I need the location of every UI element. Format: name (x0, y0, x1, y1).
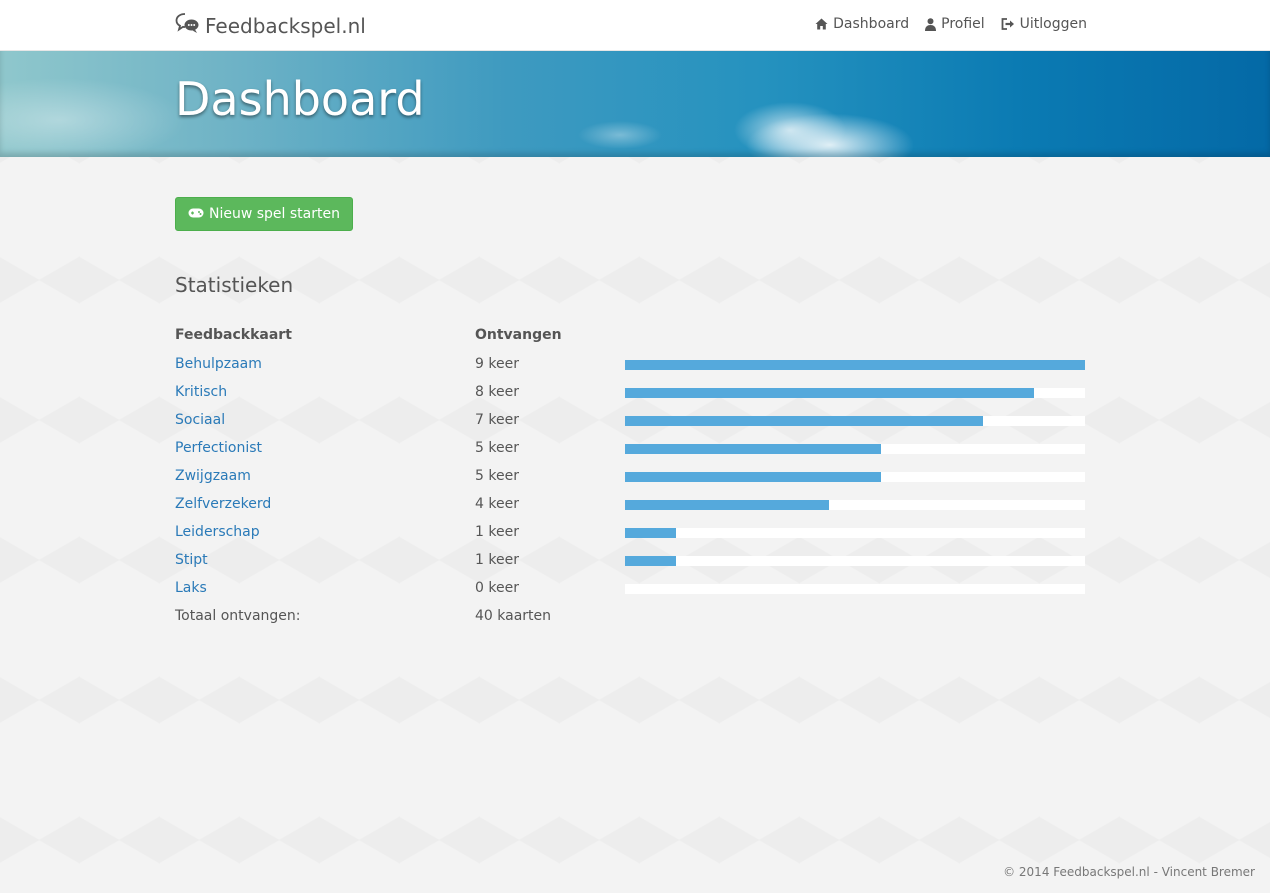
progress-fill (625, 472, 881, 482)
progress-track (625, 444, 1085, 454)
progress-track (625, 388, 1085, 398)
card-link[interactable]: Laks (175, 580, 207, 596)
card-link[interactable]: Leiderschap (175, 524, 260, 540)
stats-row: Zwijgzaam 5 keer (175, 468, 1085, 496)
card-link[interactable]: Zwijgzaam (175, 468, 251, 484)
gamepad-icon (188, 206, 204, 222)
card-link[interactable]: Sociaal (175, 412, 225, 428)
brand-link[interactable]: Feedbackspel.nl (175, 12, 366, 39)
received-count: 0 keer (475, 580, 519, 596)
stats-row: Kritisch 8 keer (175, 384, 1085, 412)
progress-track (625, 416, 1085, 426)
top-navbar: Feedbackspel.nl Dashboard Profiel Uitlog… (0, 0, 1270, 51)
received-count: 9 keer (475, 356, 519, 372)
page-header: Dashboard (0, 50, 1270, 157)
home-icon (815, 18, 828, 30)
nav-uitloggen[interactable]: Uitloggen (1001, 16, 1087, 32)
progress-fill (625, 388, 1034, 398)
received-count: 4 keer (475, 496, 519, 512)
sign-out-icon (1001, 18, 1015, 30)
received-count: 1 keer (475, 524, 519, 540)
card-link[interactable]: Kritisch (175, 384, 227, 400)
received-count: 5 keer (475, 440, 519, 456)
statistics-heading: Statistieken (175, 273, 294, 297)
card-link[interactable]: Perfectionist (175, 440, 262, 456)
main-nav: Dashboard Profiel Uitloggen (815, 16, 1087, 32)
progress-track (625, 472, 1085, 482)
progress-track (625, 584, 1085, 594)
stats-row: Sociaal 7 keer (175, 412, 1085, 440)
nav-uitloggen-label: Uitloggen (1019, 16, 1087, 32)
progress-track (625, 360, 1085, 370)
column-header-card: Feedbackkaart (175, 327, 292, 343)
total-label: Totaal ontvangen: (175, 608, 301, 624)
received-count: 7 keer (475, 412, 519, 428)
received-count: 8 keer (475, 384, 519, 400)
progress-track (625, 500, 1085, 510)
total-value: 40 kaarten (475, 608, 552, 624)
nav-profiel-label: Profiel (941, 16, 985, 32)
progress-fill (625, 444, 881, 454)
user-icon (925, 17, 937, 31)
progress-fill (625, 360, 1085, 370)
progress-fill (625, 416, 983, 426)
stats-row: Behulpzaam 9 keer (175, 356, 1085, 384)
new-game-label: Nieuw spel starten (209, 206, 340, 222)
nav-profiel[interactable]: Profiel (925, 16, 985, 32)
stats-row: Zelfverzekerd 4 keer (175, 496, 1085, 524)
card-link[interactable]: Stipt (175, 552, 208, 568)
new-game-button[interactable]: Nieuw spel starten (175, 197, 353, 231)
page-title: Dashboard (175, 72, 425, 126)
stats-row: Leiderschap 1 keer (175, 524, 1085, 552)
progress-track (625, 528, 1085, 538)
stats-row: Laks 0 keer (175, 580, 1085, 608)
card-link[interactable]: Behulpzaam (175, 356, 262, 372)
stats-row: Perfectionist 5 keer (175, 440, 1085, 468)
received-count: 1 keer (475, 552, 519, 568)
card-link[interactable]: Zelfverzekerd (175, 496, 271, 512)
received-count: 5 keer (475, 468, 519, 484)
brand-name: Feedbackspel.nl (205, 13, 366, 38)
nav-dashboard-label: Dashboard (833, 16, 910, 32)
progress-fill (625, 556, 677, 566)
chat-bubbles-icon (175, 12, 205, 39)
progress-track (625, 556, 1085, 566)
progress-fill (625, 528, 677, 538)
footer-copyright: © 2014 Feedbackspel.nl - Vincent Bremer (1003, 865, 1255, 879)
stats-row: Stipt 1 keer (175, 552, 1085, 580)
nav-dashboard[interactable]: Dashboard (815, 16, 909, 32)
column-header-received: Ontvangen (475, 327, 562, 343)
progress-fill (625, 500, 830, 510)
